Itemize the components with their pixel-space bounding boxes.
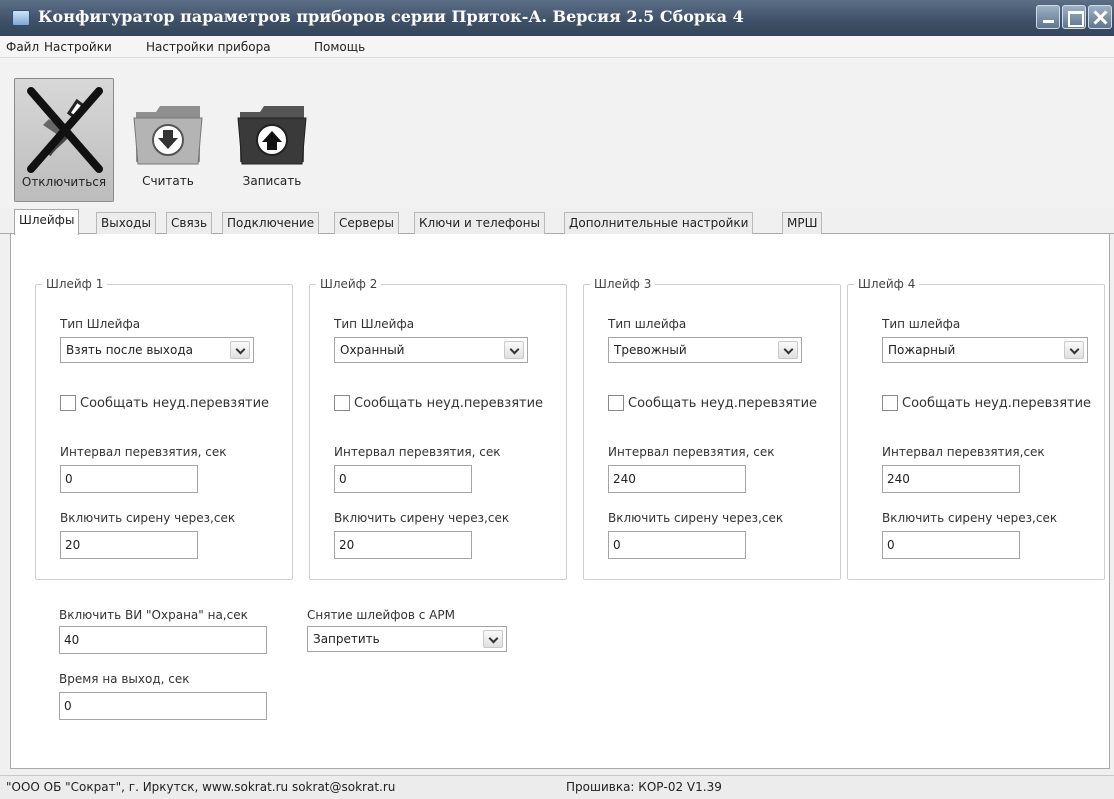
loop-type-select[interactable]: Взять после выхода bbox=[60, 337, 254, 363]
report-rearm-checkbox[interactable] bbox=[608, 395, 624, 411]
loop-group-2: Шлейф 2 Тип Шлейфа Охранный Сообщать неу… bbox=[309, 277, 567, 580]
toolbar: Отключиться Считать Записать bbox=[0, 58, 1114, 208]
tab-outputs[interactable]: Выходы bbox=[96, 212, 156, 234]
loop-type-value: Тревожный bbox=[614, 343, 687, 357]
chevron-down-icon[interactable] bbox=[230, 341, 250, 359]
siren-delay-label: Включить сирену через,сек bbox=[608, 511, 784, 525]
rearm-interval-input[interactable] bbox=[608, 465, 746, 493]
report-rearm-label: Сообщать неуд.перевзятие bbox=[80, 396, 270, 411]
loop-type-value: Охранный bbox=[340, 343, 405, 357]
rearm-interval-input[interactable] bbox=[334, 465, 472, 493]
menu-settings[interactable]: Настройки bbox=[44, 40, 112, 54]
tab-bar: Шлейфы Выходы Связь Подключение Серверы … bbox=[0, 208, 1114, 235]
window-title: Конфигуратор параметров приборов серии П… bbox=[38, 7, 744, 26]
disarm-from-arm-select[interactable]: Запретить bbox=[307, 626, 507, 652]
chevron-down-icon[interactable] bbox=[504, 341, 524, 359]
report-rearm-label: Сообщать неуд.перевзятие bbox=[354, 396, 544, 411]
loop-type-label: Тип Шлейфа bbox=[334, 317, 415, 331]
loop-type-value: Взять после выхода bbox=[66, 343, 194, 357]
tab-connection[interactable]: Подключение bbox=[222, 212, 320, 234]
tab-servers[interactable]: Серверы bbox=[334, 212, 399, 234]
siren-delay-label: Включить сирену через,сек bbox=[882, 511, 1058, 525]
siren-delay-input[interactable] bbox=[334, 531, 472, 559]
siren-delay-label: Включить сирену через,сек bbox=[334, 511, 510, 525]
loop-group-1: Шлейф 1 Тип Шлейфа Взять после выхода Со… bbox=[35, 277, 293, 580]
company-info: "ООО ОБ "Сократ", г. Иркутск, www.sokrat… bbox=[6, 780, 396, 794]
menu-device-settings[interactable]: Настройки прибора bbox=[146, 40, 271, 54]
tab-mrsh[interactable]: МРШ bbox=[782, 212, 823, 234]
loop-title: Шлейф 1 bbox=[42, 277, 108, 291]
report-rearm-checkbox[interactable] bbox=[334, 395, 350, 411]
disarm-from-arm-label: Снятие шлейфов с АРМ bbox=[307, 608, 455, 622]
menu-help[interactable]: Помощь bbox=[314, 40, 365, 54]
loop-title: Шлейф 2 bbox=[316, 277, 382, 291]
read-button[interactable]: Считать bbox=[118, 78, 218, 202]
rearm-interval-label: Интервал перевзятия, сек bbox=[60, 445, 227, 459]
exit-time-label: Время на выход, сек bbox=[59, 672, 190, 686]
close-button[interactable] bbox=[1088, 5, 1112, 29]
rearm-interval-label: Интервал перевзятия,сек bbox=[882, 445, 1045, 459]
menu-file[interactable]: Файл bbox=[6, 40, 39, 54]
loop-group-4: Шлейф 4 Тип шлейфа Пожарный Сообщать неу… bbox=[847, 277, 1105, 580]
siren-delay-input[interactable] bbox=[608, 531, 746, 559]
loop-type-select[interactable]: Тревожный bbox=[608, 337, 802, 363]
disconnect-icon bbox=[27, 87, 103, 173]
tab-additional-settings[interactable]: Дополнительные настройки bbox=[564, 212, 754, 234]
siren-delay-input[interactable] bbox=[60, 531, 198, 559]
chevron-down-icon[interactable] bbox=[778, 341, 798, 359]
tab-communication[interactable]: Связь bbox=[166, 212, 213, 234]
loop-group-3: Шлейф 3 Тип шлейфа Тревожный Сообщать не… bbox=[583, 277, 841, 580]
report-rearm-label: Сообщать неуд.перевзятие bbox=[902, 396, 1092, 411]
siren-delay-label: Включить сирену через,сек bbox=[60, 511, 236, 525]
loop-type-value: Пожарный bbox=[888, 343, 956, 357]
exit-time-input[interactable] bbox=[59, 692, 267, 720]
loop-title: Шлейф 3 bbox=[590, 277, 656, 291]
chevron-down-icon[interactable] bbox=[483, 630, 503, 648]
report-rearm-label: Сообщать неуд.перевзятие bbox=[628, 396, 818, 411]
loop-type-select[interactable]: Пожарный bbox=[882, 337, 1088, 363]
read-label: Считать bbox=[142, 174, 194, 188]
loop-type-label: Тип шлейфа bbox=[608, 317, 687, 331]
status-bar: "ООО ОБ "Сократ", г. Иркутск, www.sokrat… bbox=[0, 775, 1114, 799]
rearm-interval-input[interactable] bbox=[882, 465, 1020, 493]
chevron-down-icon[interactable] bbox=[1064, 341, 1084, 359]
write-button[interactable]: Записать bbox=[222, 78, 322, 202]
title-bar: Конфигуратор параметров приборов серии П… bbox=[0, 0, 1114, 36]
loop-type-label: Тип Шлейфа bbox=[60, 317, 141, 331]
report-rearm-checkbox[interactable] bbox=[882, 395, 898, 411]
firmware-version: Прошивка: КОР-02 V1.39 bbox=[566, 780, 722, 794]
loop-type-select[interactable]: Охранный bbox=[334, 337, 528, 363]
app-icon bbox=[12, 10, 30, 26]
rearm-interval-input[interactable] bbox=[60, 465, 198, 493]
disconnect-label: Отключиться bbox=[21, 175, 107, 189]
folder-download-icon bbox=[133, 106, 203, 165]
tab-keys-phones[interactable]: Ключи и телефоны bbox=[414, 212, 545, 234]
loops-panel: Шлейф 1 Тип Шлейфа Взять после выхода Со… bbox=[10, 234, 1110, 769]
maximize-button[interactable] bbox=[1062, 5, 1086, 29]
disarm-from-arm-value: Запретить bbox=[313, 632, 380, 646]
vi-guard-label: Включить ВИ "Охрана" на,сек bbox=[59, 608, 248, 622]
minimize-button[interactable] bbox=[1036, 5, 1060, 29]
loop-type-label: Тип шлейфа bbox=[882, 317, 961, 331]
rearm-interval-label: Интервал перевзятия, сек bbox=[334, 445, 501, 459]
tab-loops[interactable]: Шлейфы bbox=[14, 209, 80, 235]
report-rearm-checkbox[interactable] bbox=[60, 395, 76, 411]
write-label: Записать bbox=[242, 174, 302, 188]
disconnect-button[interactable]: Отключиться bbox=[14, 78, 114, 202]
siren-delay-input[interactable] bbox=[882, 531, 1020, 559]
loop-title: Шлейф 4 bbox=[854, 277, 920, 291]
app-window: Конфигуратор параметров приборов серии П… bbox=[0, 0, 1114, 799]
menu-bar: Файл Настройки Настройки прибора Помощь bbox=[0, 36, 1114, 58]
rearm-interval-label: Интервал перевзятия, сек bbox=[608, 445, 775, 459]
folder-upload-icon bbox=[237, 106, 307, 165]
vi-guard-input[interactable] bbox=[59, 626, 267, 654]
